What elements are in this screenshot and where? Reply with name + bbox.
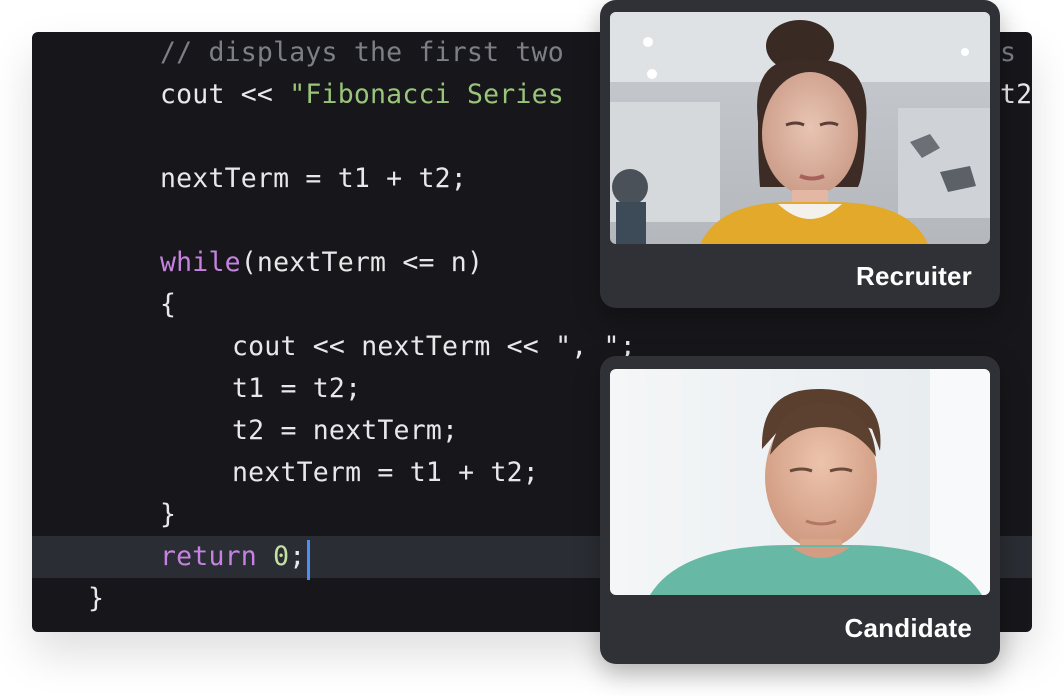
code-line-fragment: s 0	[1000, 37, 1017, 68]
code-token: }	[88, 583, 105, 614]
code-line-text: {	[160, 284, 176, 326]
recruiter-video-frame	[610, 12, 990, 244]
code-token: t2 = nextTerm;	[232, 415, 459, 446]
code-line-text: // displays the first two	[160, 32, 564, 74]
code-line-fragment: t2	[1000, 79, 1032, 110]
recruiter-video	[610, 12, 990, 244]
code-token: (nextTerm <= n)	[240, 247, 484, 278]
code-token: }	[160, 499, 177, 530]
code-token: cout <<	[160, 79, 290, 110]
text-caret	[307, 540, 310, 580]
code-token: "Fibonacci Series	[289, 79, 564, 110]
code-token: nextTerm = t1 + t2;	[160, 163, 467, 194]
code-line-text: cout << nextTerm << ", ";	[232, 326, 636, 368]
code-token: ;	[289, 541, 306, 572]
candidate-label: Candidate	[844, 613, 972, 643]
code-line-text: nextTerm = t1 + t2;	[232, 452, 539, 494]
candidate-video-card: Candidate	[600, 356, 1000, 664]
code-line-text: t1 = t2;	[232, 368, 361, 410]
code-line-text: }	[88, 578, 104, 620]
candidate-video-frame	[610, 369, 990, 595]
code-line-text: while(nextTerm <= n)	[160, 242, 483, 284]
code-token: 0	[273, 541, 290, 572]
candidate-video	[610, 369, 990, 595]
code-token: {	[160, 289, 177, 320]
recruiter-label: Recruiter	[856, 261, 972, 291]
recruiter-video-card: Recruiter	[600, 0, 1000, 308]
code-line-text: }	[160, 494, 176, 536]
code-token: // displays the first two	[160, 37, 564, 68]
code-token: while	[160, 247, 241, 278]
code-token: nextTerm = t1 + t2;	[232, 457, 539, 488]
code-token: return	[160, 541, 274, 572]
code-line-text: nextTerm = t1 + t2;	[160, 158, 467, 200]
code-token: cout << nextTerm << ", ";	[232, 331, 636, 362]
code-line-text: cout << "Fibonacci Series	[160, 74, 564, 116]
code-line-text: t2 = nextTerm;	[232, 410, 458, 452]
code-line-text: return 0;	[160, 536, 305, 578]
code-token: t1 = t2;	[232, 373, 362, 404]
